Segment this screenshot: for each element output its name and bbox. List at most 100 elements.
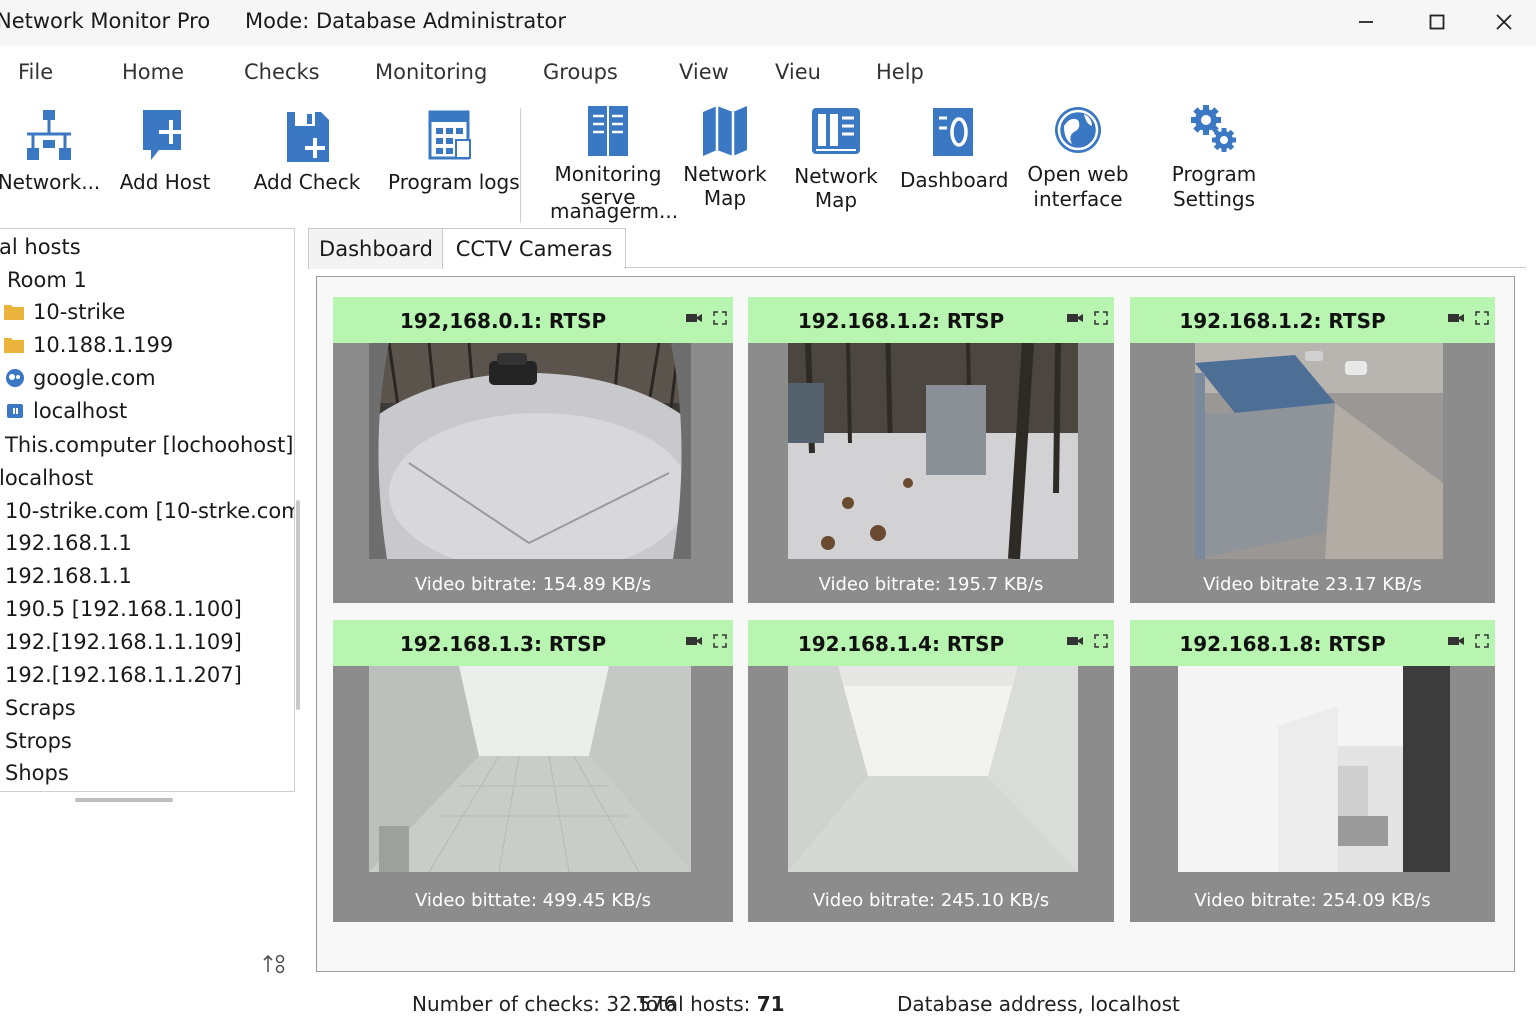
fullscreen-icon[interactable] [1094,311,1108,325]
menu-file[interactable]: File [18,60,53,84]
tree-item[interactable]: 192.[192.168.1.1.207] [5,659,242,691]
network-label: Network... [0,170,101,194]
program-settings-button[interactable]: Program Settings [1160,100,1268,214]
close-button[interactable] [1470,0,1536,44]
fullscreen-icon[interactable] [1475,634,1489,648]
camera-video[interactable] [788,666,1078,872]
folder-icon [4,338,24,353]
tree-item-label: This.computer [lochoohost] [5,433,294,457]
globe-icon [6,369,24,387]
fullscreen-icon[interactable] [713,634,727,648]
tree-item-label: Strops [5,729,72,753]
open-web-label-1: Open web [1027,162,1129,186]
camera-tile[interactable]: 192.168.1.8: RTSP Video bitrate: 254.09 … [1130,620,1495,922]
tree-item[interactable]: Strops [5,725,72,757]
record-icon[interactable] [1066,311,1084,325]
camera-bitrate: Video bitrate: 195.7 KB/s [818,574,1044,595]
network-map-button[interactable]: Network Map [680,100,770,214]
network-button[interactable]: Network... [0,100,104,210]
tree-item[interactable]: al hosts [0,231,81,263]
record-icon[interactable] [1447,634,1465,648]
camera-tile[interactable]: 192.168.1.2: RTSP Video bitrate: 195.7 K… [748,297,1114,603]
maximize-icon [1429,14,1445,30]
menu-view[interactable]: View [679,60,729,84]
tab-divider [624,267,1526,268]
tree-item-label: 192.[192.168.1.1.109] [5,630,242,654]
camera-title: 192.168.1.8: RTSP [1179,632,1386,656]
globe-icon [1055,107,1101,153]
tree-item[interactable]: 10-strike [3,296,125,328]
tree-item[interactable]: localhost [5,395,127,427]
camera-video[interactable] [1178,666,1450,872]
camera-header: 192.168.1.2: RTSP [1130,297,1495,343]
tab-dashboard[interactable]: Dashboard [308,228,444,269]
record-icon[interactable] [685,634,703,648]
camera-video[interactable] [1195,343,1443,559]
camera-title: 192.168.1.3: RTSP [399,632,607,656]
camera-video[interactable] [369,343,691,559]
tree-item-label: 10-strike.com [10-strke.com] [5,499,295,523]
minimize-icon [1359,21,1373,23]
app-mode: Mode: Database Administrator [245,9,566,33]
tree-item[interactable]: Room 1 [7,264,87,296]
menu-home[interactable]: Home [122,60,184,84]
record-icon[interactable] [1447,311,1465,325]
menu-groups[interactable]: Groups [543,60,618,84]
camera-bitrate: Video bitrate: 245.10 KB/s [812,890,1050,911]
program-settings-label-2: Settings [1172,187,1256,211]
fullscreen-icon[interactable] [1094,634,1108,648]
fullscreen-icon[interactable] [1475,311,1489,325]
camera-tile[interactable]: 192.168.1.4: RTSP Video bitrate: 245.10 … [748,620,1114,922]
ribbon-separator [520,108,521,223]
menu-checks[interactable]: Checks [244,60,320,84]
tree-item[interactable]: 10.188.1.199 [3,329,173,361]
tree-item[interactable]: 192.168.1.1 [5,560,132,592]
fullscreen-icon[interactable] [713,311,727,325]
camera-tile[interactable]: 192.168.1.2: RTSP Video bitrate 23.17 KB… [1130,297,1495,603]
tree-item-label: 190.5 [192.168.1.100] [5,597,242,621]
record-icon[interactable] [685,311,703,325]
tree-item[interactable]: Shops [5,757,69,789]
menu-monitoring[interactable]: Monitoring [375,60,487,84]
camera-tile[interactable]: 192,168.0.1: RTSP Video bitrate: 154.89 … [333,297,733,603]
program-logs-button[interactable]: Program logs [388,100,520,210]
open-web-label-2: interface [1033,187,1123,211]
camera-header: 192.168.1.8: RTSP [1130,620,1495,666]
camera-bitrate: Video bitrate: 154.89 KB/s [414,574,652,595]
minimize-button[interactable] [1332,0,1400,44]
camera-video[interactable] [369,666,691,872]
add-host-button[interactable]: Add Host [112,100,218,210]
network-map-icon [812,108,860,154]
gear-icon [1191,105,1236,152]
maximize-button[interactable] [1403,0,1471,44]
menu-help[interactable]: Help [876,60,924,84]
network-map-label-2: Map [703,186,747,210]
camera-header: 192.168.1.4: RTSP [748,620,1114,666]
network-map-2-button[interactable]: Network Map [790,100,882,214]
camera-tile[interactable]: 192.168.1.3: RTSP Video bittate: 499.45 … [333,620,733,922]
dashboard-button[interactable]: Dashboard [900,100,1009,210]
add-check-button[interactable]: Add Check [252,100,362,210]
tree-item[interactable]: 10-strike.com [10-strke.com] [5,495,295,527]
monitoring-server-button[interactable]: Monitoring serve managerm... [550,100,678,224]
ribbon-toolbar: Network... Add Host Add Check Program lo… [0,100,1536,226]
tab-cctv-cameras[interactable]: CCTV Cameras [442,228,626,269]
menu-vieu[interactable]: Vieu [775,60,821,84]
tree-item[interactable]: google.com [5,362,156,394]
sort-icon[interactable] [262,952,288,976]
tree-item[interactable]: 192.168.1.1 [5,527,132,559]
tree-vertical-scrollbar[interactable] [296,500,300,710]
tree-horizontal-scrollbar[interactable] [75,798,173,802]
camera-header: 192,168.0.1: RTSP [333,297,733,343]
tree-item-label: Scraps [5,696,76,720]
tree-item[interactable]: This.computer [lochoohost] [5,429,294,461]
monitoring-server-icon [588,106,628,156]
tree-item[interactable]: 190.5 [192.168.1.100] [5,593,242,625]
record-icon[interactable] [1066,634,1084,648]
tree-item[interactable]: 192.[192.168.1.1.109] [5,626,242,658]
host-tree: al hosts Room 1 10-strike 10.188.1.199 g… [0,228,295,792]
camera-video[interactable] [788,343,1078,559]
tree-item[interactable]: Scraps [5,692,76,724]
tree-item[interactable]: localhost [0,462,93,494]
open-web-interface-button[interactable]: Open web interface [1024,100,1132,214]
